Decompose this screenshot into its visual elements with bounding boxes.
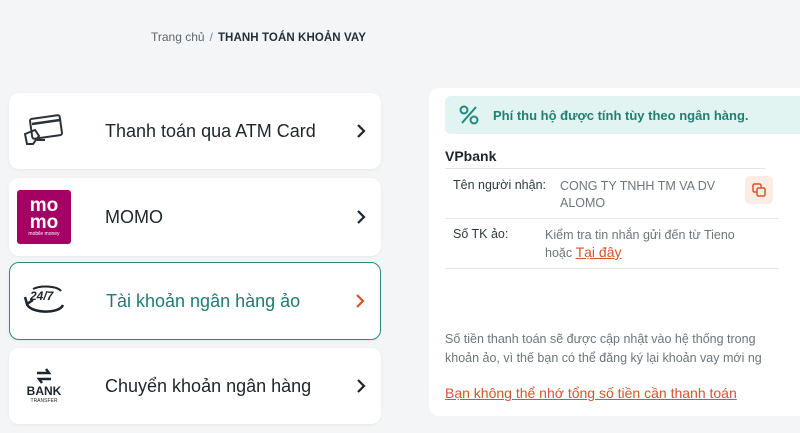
account-value-prefix: hoặc — [545, 246, 573, 260]
method-virtual-bank-account[interactable]: 24/7 Tài khoản ngân hàng ảo — [9, 262, 381, 340]
fee-notice: Phí thu hộ được tính tùy theo ngân hàng. — [445, 96, 800, 134]
footnote-line: Số tiền thanh toán sẽ được cập nhật vào … — [445, 332, 756, 346]
footnote-line: khoản ảo, vì thế bạn có thể đăng ký lại … — [445, 351, 762, 365]
fee-notice-text: Phí thu hộ được tính tùy theo ngân hàng. — [493, 107, 749, 123]
bank-transfer-icon: BANK TRANSFER — [9, 367, 79, 405]
forgot-total-link[interactable]: Bạn không thể nhớ tổng số tiền cần thanh… — [445, 385, 737, 401]
divider — [445, 218, 779, 219]
recipient-label: Tên người nhận: — [453, 178, 547, 192]
chevron-right-icon — [341, 378, 381, 394]
method-momo[interactable]: mo mo mobile money MOMO — [9, 178, 381, 256]
account-value-line: Kiểm tra tin nhắn gửi đến từ Tieno — [545, 228, 735, 242]
breadcrumb-current: THANH TOÁN KHOẢN VAY — [217, 32, 367, 44]
method-bank-transfer[interactable]: BANK TRANSFER Chuyển khoản ngân hàng — [9, 348, 381, 424]
breadcrumb: Trang chủ / THANH TOÁN KHOẢN VAY — [151, 30, 366, 44]
breadcrumb-separator: / — [209, 30, 213, 44]
account-label: Số TK ảo: — [453, 227, 509, 241]
bank-transfer-logo-subtext: TRANSFER — [30, 398, 58, 404]
momo-logo-text: mo — [29, 211, 59, 233]
method-label: MOMO — [105, 206, 163, 227]
bank-transfer-logo-text: BANK — [26, 384, 62, 398]
chevron-right-icon — [340, 293, 380, 309]
divider — [445, 268, 779, 269]
account-value: Kiểm tra tin nhắn gửi đến từ Tieno hoặc … — [545, 227, 735, 262]
momo-logo-subtext: mobile money — [28, 230, 60, 237]
copy-icon — [752, 183, 766, 197]
bank-name: VPbank — [445, 148, 497, 164]
method-atm-card[interactable]: Thanh toán qua ATM Card — [9, 93, 381, 169]
chevron-right-icon — [341, 123, 381, 139]
here-link[interactable]: Tại đây — [576, 244, 622, 260]
percent-icon — [445, 104, 493, 126]
momo-logo: mo mo mobile money — [9, 190, 79, 244]
momo-logo-text: mo — [29, 194, 59, 216]
copy-button[interactable] — [745, 176, 773, 204]
method-label: Chuyển khoản ngân hàng — [105, 375, 312, 396]
update-footnote: Số tiền thanh toán sẽ được cập nhật vào … — [445, 330, 762, 368]
atm-card-icon — [9, 114, 79, 148]
payment-details-panel: Phí thu hộ được tính tùy theo ngân hàng.… — [429, 88, 800, 416]
24-7-icon: 24/7 — [10, 283, 80, 319]
divider — [445, 168, 765, 169]
breadcrumb-home[interactable]: Trang chủ — [151, 30, 205, 44]
method-label: Tài khoản ngân hàng ảo — [106, 290, 301, 311]
method-label: Thanh toán qua ATM Card — [105, 120, 316, 141]
recipient-value-line: ALOMO — [560, 196, 606, 210]
recipient-value: CONG TY TNHH TM VA DV ALOMO — [560, 178, 715, 212]
chevron-right-icon — [341, 209, 381, 225]
recipient-value-line: CONG TY TNHH TM VA DV — [560, 179, 716, 193]
